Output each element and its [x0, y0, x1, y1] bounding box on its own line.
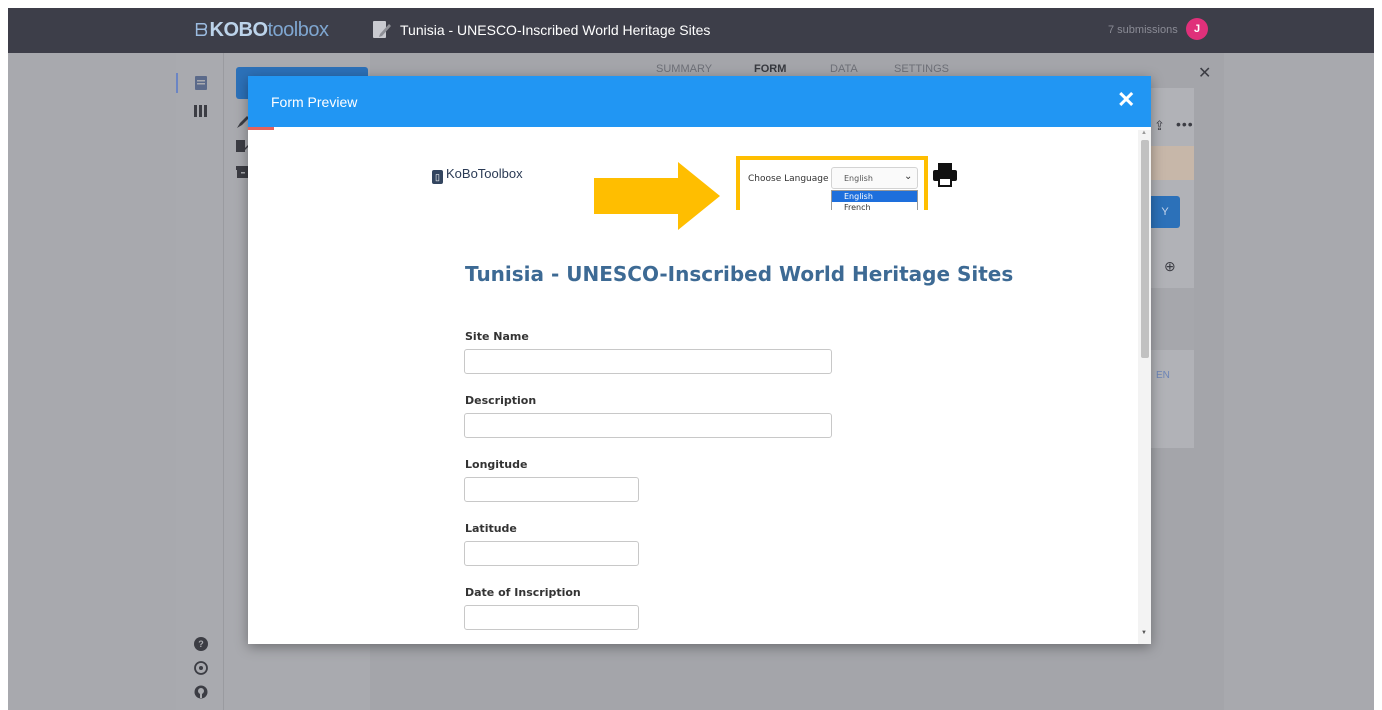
app-window: ᗷ KOBOtoolbox Tunisia - UNESCO-Inscribed …	[8, 8, 1374, 710]
form-pencil-icon	[373, 21, 391, 38]
scroll-up-icon[interactable]: ▲	[1141, 130, 1147, 136]
question-label-description: Description	[465, 394, 537, 407]
kobo-box-icon: ▯	[432, 170, 443, 184]
scroll-down-icon[interactable]: ▼	[1141, 630, 1147, 636]
site-name-input[interactable]	[464, 349, 832, 374]
tab-settings[interactable]: SETTINGS	[894, 63, 949, 75]
more-options-icon[interactable]: •••	[1176, 116, 1194, 132]
scrollbar-thumb[interactable]	[1141, 140, 1149, 358]
share-icon[interactable]: ⇪	[1154, 118, 1165, 134]
modal-title: Form Preview	[271, 94, 358, 110]
choose-language-label: Choose Language	[748, 174, 829, 184]
card-divider	[1150, 288, 1194, 350]
form-heading: Tunisia - UNESCO-Inscribed World Heritag…	[465, 262, 1014, 286]
longitude-input[interactable]	[464, 477, 639, 502]
language-select[interactable]: English ⌄	[831, 167, 918, 189]
partial-action-button[interactable]: Y	[1150, 196, 1180, 228]
question-label-date-of-inscription: Date of Inscription	[465, 586, 581, 599]
warning-strip	[1150, 146, 1194, 180]
kobotoolbox-logo[interactable]: ᗷ KOBOtoolbox	[195, 19, 329, 42]
question-label-longitude: Longitude	[465, 458, 528, 471]
logo-toolbox-text: toolbox	[267, 19, 330, 41]
language-code-text: EN	[1156, 370, 1170, 381]
top-bar: ᗷ KOBOtoolbox Tunisia - UNESCO-Inscribed …	[8, 8, 1374, 53]
submissions-count: 7 submissions	[1108, 24, 1178, 36]
date-of-inscription-input[interactable]	[464, 605, 639, 630]
language-select-value: English	[844, 174, 873, 183]
kobotoolbox-preview-logo: ▯ KoBoToolbox	[432, 166, 523, 184]
preview-scrollbar[interactable]: ▲ ▼	[1138, 130, 1151, 644]
avatar[interactable]: J	[1186, 18, 1208, 40]
yellow-arrow-annotation	[594, 162, 720, 230]
chevron-down-icon: ⌄	[904, 171, 913, 182]
support-icon[interactable]	[194, 661, 208, 675]
latitude-input[interactable]	[464, 541, 639, 566]
sidebar: ?	[176, 53, 224, 710]
modal-close-icon[interactable]: ✕	[1117, 87, 1135, 113]
print-icon[interactable]	[932, 162, 958, 188]
close-form-icon[interactable]: ✕	[1198, 63, 1211, 83]
help-icon[interactable]: ?	[194, 637, 208, 651]
tab-data[interactable]: DATA	[830, 63, 858, 75]
tab-summary[interactable]: SUMMARY	[656, 63, 712, 75]
form-title[interactable]: Tunisia - UNESCO-Inscribed World Heritag…	[400, 22, 710, 38]
question-label-latitude: Latitude	[465, 522, 517, 535]
form-list-icon[interactable]	[194, 76, 208, 90]
globe-icon[interactable]: ⊕	[1164, 258, 1176, 275]
library-icon[interactable]	[194, 103, 208, 117]
language-option-english[interactable]: English	[832, 191, 917, 202]
tab-form[interactable]: FORM	[754, 63, 786, 75]
github-icon[interactable]	[194, 685, 208, 699]
question-label-site-name: Site Name	[465, 330, 529, 343]
logo-kobo-text: KOBO	[209, 19, 269, 41]
description-input[interactable]	[464, 413, 832, 438]
preview-logo-text: KoBoToolbox	[446, 166, 523, 181]
sidebar-active-indicator	[176, 73, 178, 93]
modal-header: Form Preview ✕	[248, 76, 1151, 127]
kobo-logo-icon: ᗷ	[195, 20, 208, 40]
